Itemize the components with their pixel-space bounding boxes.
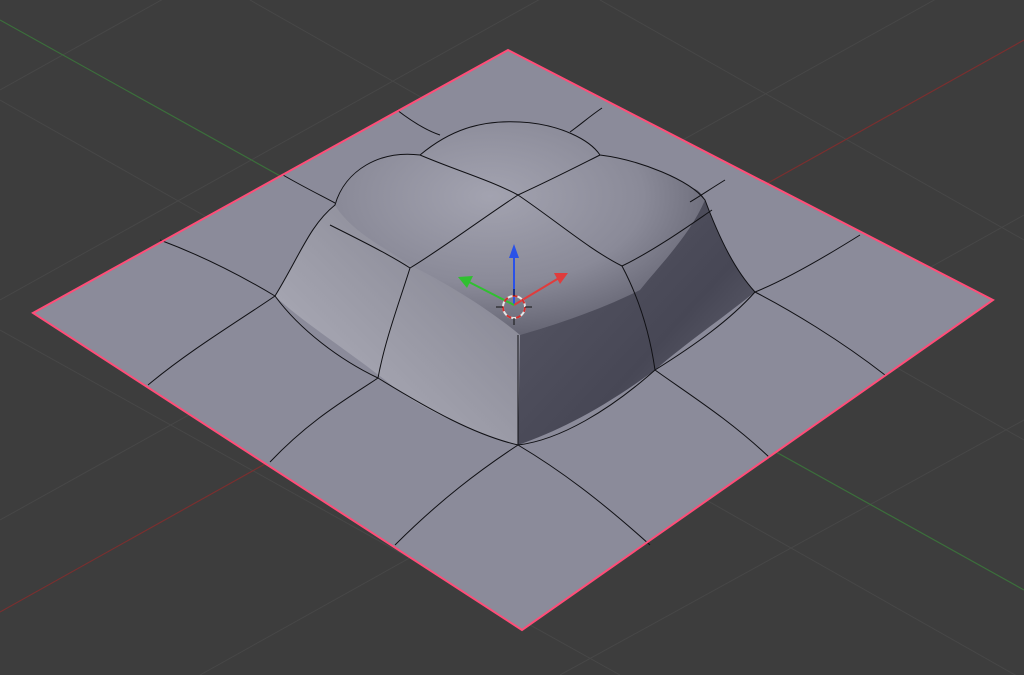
3d-viewport[interactable] [0, 0, 1024, 675]
